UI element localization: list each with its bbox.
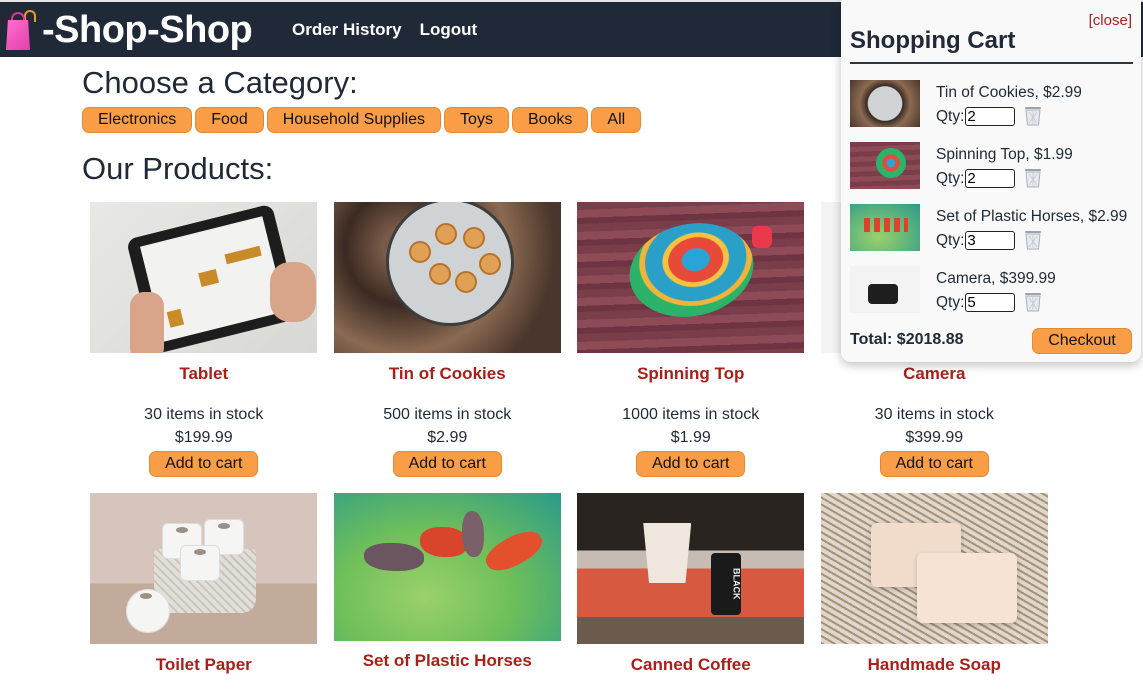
product-card: Tin of Cookies 500 items in stock $2.99 … [326, 202, 570, 477]
brand-logo-link[interactable]: -Shop-Shop [4, 8, 253, 52]
product-card: BLACK Canned Coffee [569, 493, 813, 675]
product-image-toilet-paper[interactable] [90, 493, 318, 644]
cart-item-name-price: Tin of Cookies, $2.99 [936, 84, 1082, 101]
cart-close-button[interactable]: [close] [1089, 12, 1132, 29]
qty-label: Qty: [936, 107, 965, 125]
product-name[interactable]: Tablet [179, 364, 228, 384]
cart-item: Tin of Cookies, $2.99 Qty: [850, 80, 1140, 128]
product-name[interactable]: Set of Plastic Horses [363, 651, 532, 671]
add-to-cart-button[interactable]: Add to cart [879, 451, 989, 477]
product-image-canned-coffee[interactable]: BLACK [577, 493, 805, 644]
product-card: Set of Plastic Horses [326, 493, 570, 675]
product-image-tin-of-cookies[interactable] [333, 202, 561, 353]
nav-links: Order History Logout [292, 20, 477, 40]
logout-link[interactable]: Logout [420, 20, 478, 40]
cart-item: Set of Plastic Horses, $2.99 Qty: [850, 204, 1140, 252]
add-to-cart-button[interactable]: Add to cart [392, 451, 502, 477]
product-image-handmade-soap[interactable] [820, 493, 1048, 644]
qty-input[interactable] [965, 107, 1016, 126]
cart-item: Camera, $399.99 Qty: [850, 266, 1140, 314]
category-list: Electronics Food Household Supplies Toys… [82, 107, 642, 133]
trash-icon[interactable] [1024, 168, 1042, 188]
add-to-cart-button[interactable]: Add to cart [636, 451, 746, 477]
product-name[interactable]: Handmade Soap [868, 655, 1001, 675]
qty-input[interactable] [965, 169, 1016, 188]
product-card: Spinning Top 1000 items in stock $1.99 A… [569, 202, 813, 477]
product-name[interactable]: Tin of Cookies [389, 364, 506, 384]
qty-input[interactable] [965, 231, 1016, 250]
cart-title: Shopping Cart [850, 27, 1016, 54]
shopping-cart-panel: [close] Shopping Cart Tin of Cookies, $2… [841, 0, 1141, 362]
cart-item-thumbnail [850, 80, 920, 127]
product-name[interactable]: Spinning Top [637, 364, 744, 384]
cart-item: Spinning Top, $1.99 Qty: [850, 142, 1140, 190]
category-all-button[interactable]: All [591, 107, 642, 133]
product-stock: 1000 items in stock [622, 406, 760, 423]
product-price: $2.99 [427, 429, 468, 446]
category-household-supplies-button[interactable]: Household Supplies [266, 107, 442, 133]
cart-total: Total: $2018.88 [850, 331, 964, 348]
checkout-button[interactable]: Checkout [1032, 328, 1132, 354]
product-image-plastic-horses[interactable] [333, 493, 561, 641]
product-image-spinning-top[interactable] [577, 202, 805, 353]
category-toys-button[interactable]: Toys [444, 107, 509, 133]
product-card: Tablet 30 items in stock $199.99 Add to … [82, 202, 326, 477]
cart-item-qty: Qty: [936, 107, 1016, 126]
product-card: Toilet Paper [82, 493, 326, 675]
product-stock: 30 items in stock [144, 406, 264, 423]
category-food-button[interactable]: Food [195, 107, 264, 133]
product-price: $399.99 [905, 429, 964, 446]
order-history-link[interactable]: Order History [292, 20, 402, 40]
qty-label: Qty: [936, 169, 965, 187]
shopping-bags-icon [4, 10, 42, 50]
qty-label: Qty: [936, 231, 965, 249]
cart-item-qty: Qty: [936, 293, 1016, 312]
trash-icon[interactable] [1024, 106, 1042, 126]
product-card: Handmade Soap [813, 493, 1057, 675]
product-price: $199.99 [174, 429, 233, 446]
brand-name: -Shop-Shop [42, 8, 253, 51]
cart-item-qty: Qty: [936, 169, 1016, 188]
product-name[interactable]: Camera [903, 364, 965, 384]
cart-item-name-price: Set of Plastic Horses, $2.99 [936, 208, 1128, 225]
cart-item-qty: Qty: [936, 231, 1016, 250]
cart-item-name-price: Camera, $399.99 [936, 270, 1056, 287]
add-to-cart-button[interactable]: Add to cart [149, 451, 259, 477]
qty-input[interactable] [965, 293, 1016, 312]
product-stock: 30 items in stock [874, 406, 994, 423]
cart-item-thumbnail [850, 204, 920, 251]
product-stock: 500 items in stock [383, 406, 512, 423]
product-name[interactable]: Toilet Paper [156, 655, 252, 675]
category-electronics-button[interactable]: Electronics [82, 107, 193, 133]
cart-item-name-price: Spinning Top, $1.99 [936, 146, 1073, 163]
cart-item-thumbnail [850, 266, 920, 313]
trash-icon[interactable] [1024, 230, 1042, 250]
cart-item-thumbnail [850, 142, 920, 189]
product-image-tablet[interactable] [90, 202, 318, 353]
category-books-button[interactable]: Books [511, 107, 589, 133]
product-name[interactable]: Canned Coffee [631, 655, 751, 675]
qty-label: Qty: [936, 293, 965, 311]
category-heading: Choose a Category: [82, 65, 358, 100]
product-price: $1.99 [670, 429, 711, 446]
products-heading: Our Products: [82, 151, 274, 186]
cart-divider [850, 62, 1133, 64]
trash-icon[interactable] [1024, 292, 1042, 312]
